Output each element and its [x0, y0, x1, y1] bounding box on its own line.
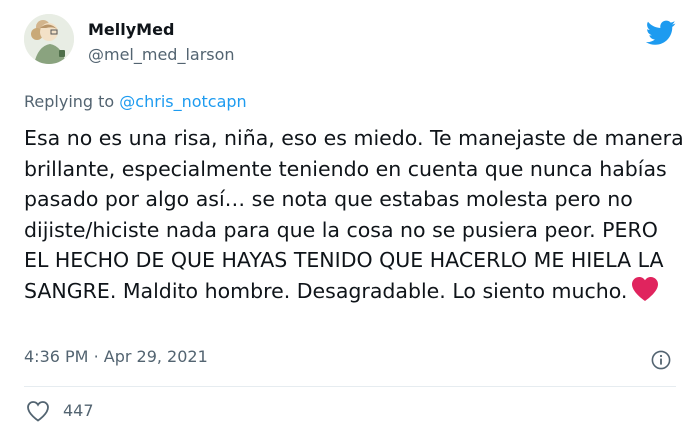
- reply-handle-link[interactable]: @chris_notcapn: [119, 92, 246, 111]
- info-icon[interactable]: [651, 350, 671, 370]
- meta-separator: ·: [93, 347, 99, 366]
- red-heart-icon: [632, 276, 659, 301]
- tweet-card: MellyMed @mel_med_larson Replying to @ch…: [0, 0, 700, 440]
- replying-to: Replying to @chris_notcapn: [24, 92, 247, 111]
- tweet-date[interactable]: Apr 29, 2021: [104, 347, 208, 366]
- replying-to-label: Replying to: [24, 92, 115, 111]
- avatar[interactable]: [24, 14, 74, 64]
- tweet-time[interactable]: 4:36 PM: [24, 347, 88, 366]
- tweet-text: Esa no es una risa, niña, eso es miedo. …: [24, 123, 684, 307]
- like-heart-icon[interactable]: [26, 400, 50, 422]
- display-name[interactable]: MellyMed: [88, 20, 174, 39]
- twitter-bird-icon[interactable]: [646, 20, 676, 46]
- divider: [24, 386, 676, 387]
- tweet-meta: 4:36 PM · Apr 29, 2021: [24, 347, 208, 366]
- tweet-text-content: Esa no es una risa, niña, eso es miedo. …: [24, 126, 684, 303]
- user-handle[interactable]: @mel_med_larson: [88, 45, 235, 64]
- avatar-illustration-icon: [24, 14, 74, 64]
- like-count[interactable]: 447: [63, 401, 94, 420]
